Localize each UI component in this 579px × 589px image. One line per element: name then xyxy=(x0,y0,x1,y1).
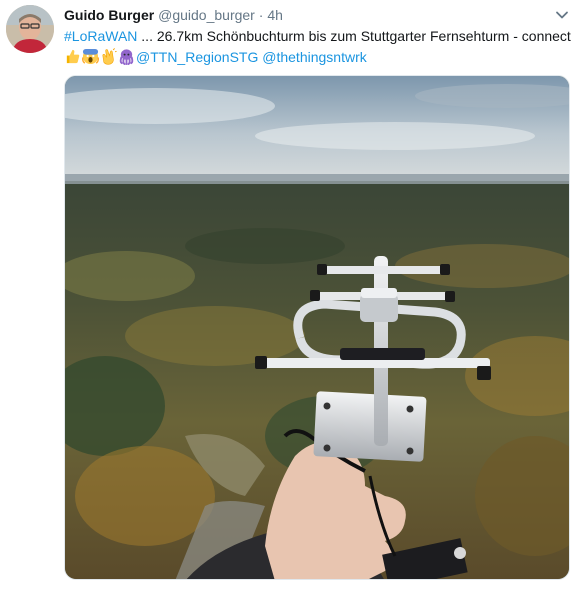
hashtag-link[interactable]: #LoRaWAN xyxy=(64,28,137,44)
octopus-icon xyxy=(119,49,134,65)
tweet-photo[interactable] xyxy=(64,75,570,580)
tweet-header: Guido Burger @guido_burger · 4h xyxy=(64,6,549,26)
tweet-text-line-2: @TTN_RegionSTG @thethingsntwrk xyxy=(64,47,569,68)
antenna-forest-photo xyxy=(65,76,569,579)
mention-link-thethingsnetwork[interactable]: @thethingsntwrk xyxy=(262,49,366,65)
tweet-text: #LoRaWAN ... 26.7km Schönbuchturm bis zu… xyxy=(64,26,571,68)
tweet-text-line-1: #LoRaWAN ... 26.7km Schönbuchturm bis zu… xyxy=(64,26,571,47)
author-handle[interactable]: @guido_burger xyxy=(158,7,255,23)
tweet-timestamp[interactable]: 4h xyxy=(267,7,283,23)
scream-face-icon xyxy=(82,48,99,65)
avatar[interactable] xyxy=(6,5,54,53)
thumbs-up-icon xyxy=(66,49,80,64)
chevron-down-icon[interactable] xyxy=(555,8,569,22)
author-name[interactable]: Guido Burger xyxy=(64,7,154,23)
avatar-image xyxy=(6,5,54,53)
tweet-text-body: ... 26.7km Schönbuchturm bis zum Stuttga… xyxy=(137,28,571,44)
tweet: Guido Burger @guido_burger · 4h #LoRaWAN… xyxy=(0,0,579,589)
clapping-hands-icon xyxy=(102,48,117,65)
separator-dot: · xyxy=(258,7,264,23)
mention-link-ttn-region[interactable]: @TTN_RegionSTG xyxy=(136,49,258,65)
